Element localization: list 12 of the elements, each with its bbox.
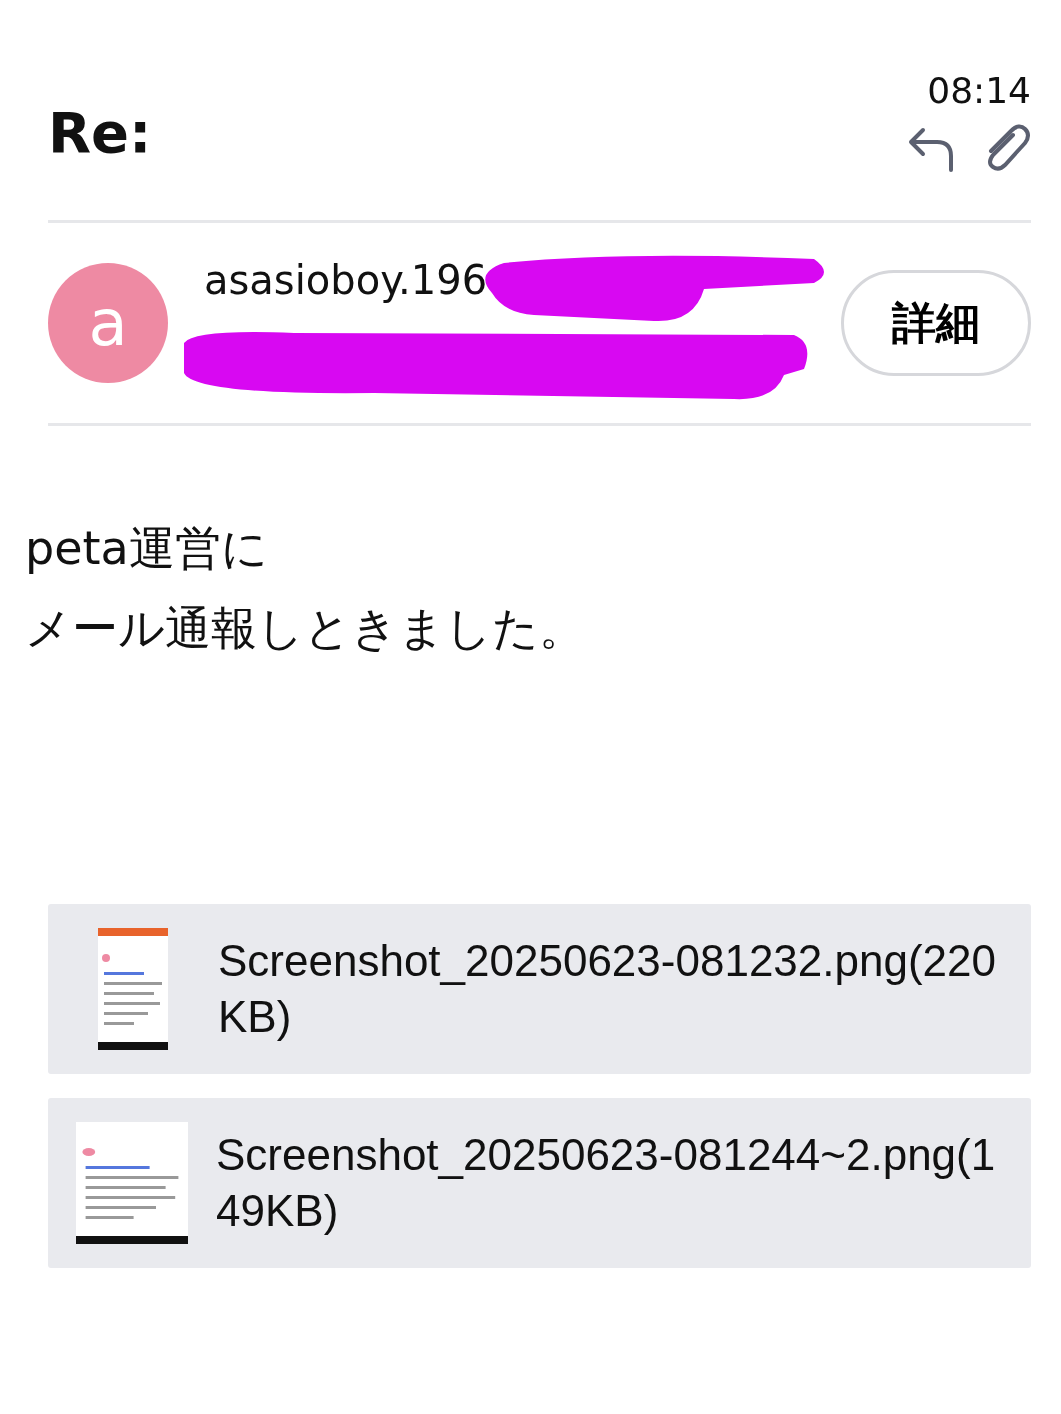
attachment-filename: Screenshot_20250623-081244~2.png(149KB) (216, 1129, 996, 1237)
avatar: a (48, 263, 168, 383)
details-button[interactable]: 詳細 (841, 270, 1031, 376)
message-text: peta運営に (25, 520, 269, 577)
message-time: 08:14 (927, 70, 1031, 111)
attachment-card[interactable]: Screenshot_20250623-081232.png(220KB) (48, 904, 1031, 1074)
sender-name: asasioboy.196 (204, 257, 488, 303)
message-text: メール通報しときました。 (25, 600, 586, 657)
subject-title: Re: (48, 99, 152, 167)
attachment-card[interactable]: Screenshot_20250623-081244~2.png(149KB) (48, 1098, 1031, 1268)
reply-icon[interactable] (907, 126, 955, 172)
attachment-filename: Screenshot_20250623-081232.png(220KB) (218, 935, 997, 1043)
